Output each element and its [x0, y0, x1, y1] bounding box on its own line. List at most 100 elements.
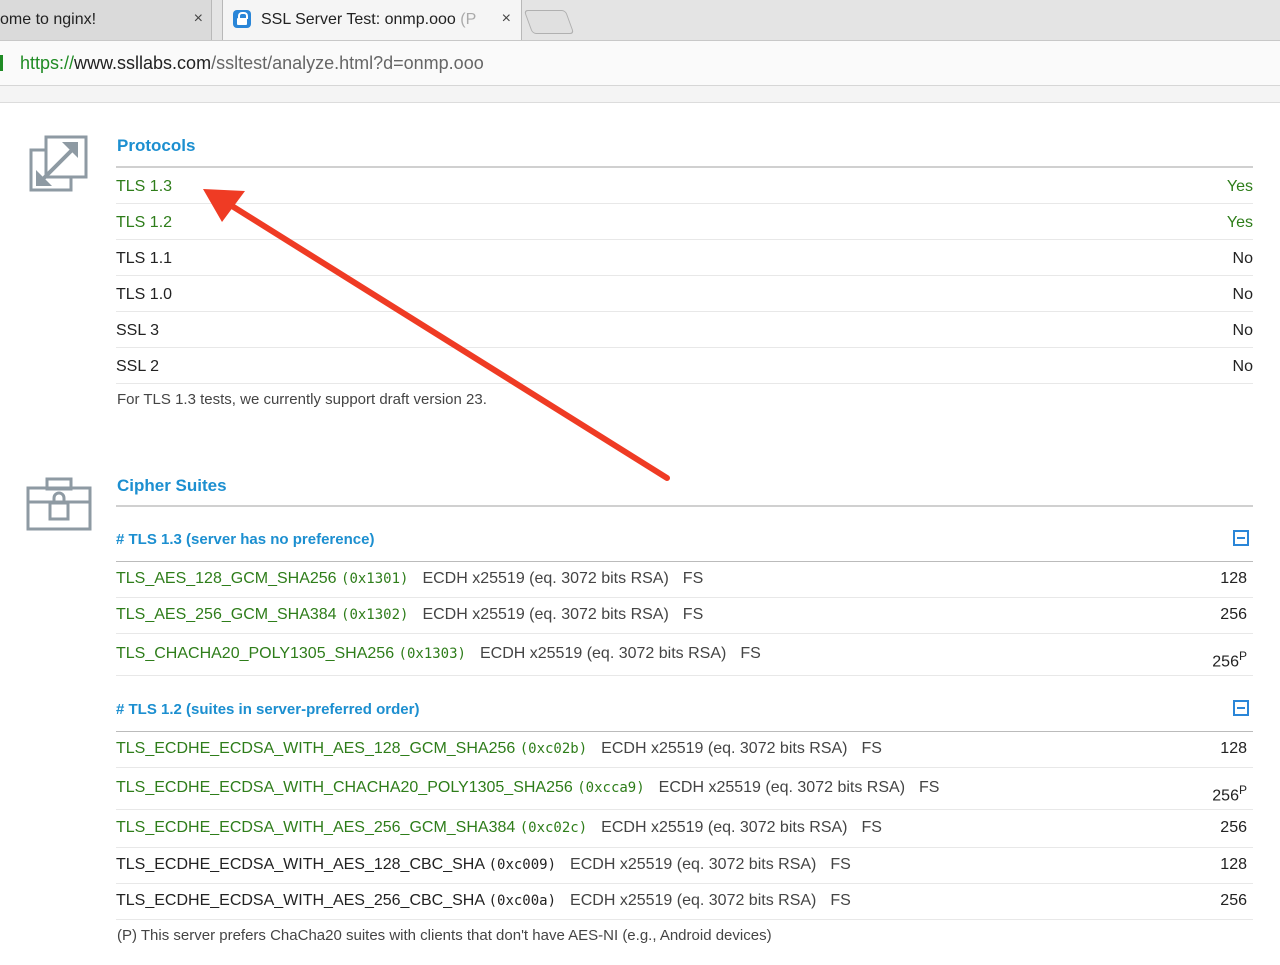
cipher-suite-row: TLS_ECDHE_ECDSA_WITH_AES_256_CBC_SHA (0x…	[116, 884, 1253, 920]
cipher-name: TLS_AES_256_GCM_SHA384	[116, 606, 342, 623]
key-exchange: ECDH x25519 (eq. 3072 bits RSA)	[601, 740, 848, 757]
forward-secrecy: FS	[861, 819, 882, 836]
forward-secrecy: FS	[830, 892, 851, 909]
secure-indicator	[0, 55, 3, 71]
forward-secrecy: FS	[682, 570, 704, 587]
cipher-group-heading: # TLS 1.2 (suites in server-preferred or…	[116, 701, 420, 718]
protocol-support: No	[1232, 358, 1253, 375]
cipher-code: (0x1302)	[341, 607, 409, 623]
cipher-bits: 128	[1220, 570, 1247, 587]
protocol-name: SSL 3	[116, 322, 159, 339]
tab-title: ome to nginx!	[0, 11, 97, 28]
cipher-suite: TLS_AES_256_GCM_SHA384 (0x1302) ECDH x255…	[116, 606, 703, 624]
cipher-suite: TLS_ECDHE_ECDSA_WITH_AES_128_CBC_SHA (0x…	[116, 856, 851, 874]
forward-secrecy: FS	[682, 606, 704, 623]
protocol-row: TLS 1.2 Yes	[116, 204, 1253, 240]
section-divider	[116, 505, 1253, 507]
close-tab-icon[interactable]: ×	[194, 10, 203, 28]
preference-marker: P	[1238, 783, 1247, 797]
cipher-name: TLS_CHACHA20_POLY1305_SHA256	[116, 645, 399, 662]
cipher-bits: 256	[1220, 606, 1247, 623]
url-text[interactable]: https://www.ssllabs.com/ssltest/analyze.…	[20, 53, 484, 74]
key-exchange: ECDH x25519 (eq. 3072 bits RSA)	[658, 779, 906, 796]
cipher-suite: TLS_CHACHA20_POLY1305_SHA256 (0x1303) ECD…	[116, 645, 761, 663]
cipher-suite: TLS_ECDHE_ECDSA_WITH_AES_128_GCM_SHA256 …	[116, 740, 882, 758]
key-exchange: ECDH x25519 (eq. 3072 bits RSA)	[601, 819, 848, 836]
toolbar-strip	[0, 86, 1280, 103]
protocol-support: No	[1232, 322, 1253, 339]
cipher-suite: TLS_ECDHE_ECDSA_WITH_AES_256_CBC_SHA (0x…	[116, 892, 851, 910]
cipher-suite-row: TLS_ECDHE_ECDSA_WITH_AES_128_GCM_SHA256 …	[116, 732, 1253, 768]
expand-arrows-icon	[29, 135, 88, 192]
protocol-name: TLS 1.0	[116, 286, 173, 303]
protocols-title: Protocols	[117, 136, 196, 155]
cipher-suite-row: TLS_AES_256_GCM_SHA384 (0x1302) ECDH x255…	[116, 598, 1253, 634]
cipher-suites-title: Cipher Suites	[117, 476, 227, 495]
protocol-row: TLS 1.3 Yes	[116, 168, 1253, 204]
cipher-bits: 256P	[1212, 783, 1247, 805]
cipher-code: (0xcca9)	[577, 780, 645, 796]
cipher-code: (0xc009)	[488, 857, 557, 873]
cipher-code: (0x1301)	[341, 571, 409, 587]
protocol-row: SSL 2 No	[116, 348, 1253, 384]
collapse-icon[interactable]	[1233, 700, 1249, 716]
cipher-suite-row: TLS_ECDHE_ECDSA_WITH_AES_128_CBC_SHA (0x…	[116, 848, 1253, 884]
cipher-code: (0x1303)	[398, 646, 466, 662]
cipher-footnote: (P) This server prefers ChaCha20 suites …	[117, 927, 772, 944]
cipher-suite: TLS_ECDHE_ECDSA_WITH_CHACHA20_POLY1305_S…	[116, 779, 939, 797]
browser-tab-bar: ome to nginx! × SSL Server Test: onmp.oo…	[0, 0, 1280, 41]
cipher-bits: 256	[1220, 892, 1247, 909]
cipher-name: TLS_ECDHE_ECDSA_WITH_CHACHA20_POLY1305_S…	[116, 779, 578, 796]
cipher-code: (0xc00a)	[488, 893, 557, 909]
close-tab-icon[interactable]: ×	[502, 10, 511, 28]
protocol-name: TLS 1.3	[116, 178, 173, 195]
new-tab-button[interactable]	[523, 10, 575, 34]
cipher-suite: TLS_AES_128_GCM_SHA256 (0x1301) ECDH x255…	[116, 570, 703, 588]
key-exchange: ECDH x25519 (eq. 3072 bits RSA)	[479, 645, 727, 662]
protocol-row: TLS 1.0 No	[116, 276, 1253, 312]
protocol-name: SSL 2	[116, 358, 159, 375]
protocol-support: No	[1232, 250, 1253, 267]
cipher-bits: 128	[1220, 856, 1247, 873]
cipher-name: TLS_ECDHE_ECDSA_WITH_AES_256_GCM_SHA384	[116, 819, 520, 836]
collapse-icon[interactable]	[1233, 530, 1249, 546]
lock-icon	[233, 10, 251, 28]
cipher-name: TLS_ECDHE_ECDSA_WITH_AES_128_GCM_SHA256	[116, 740, 520, 757]
protocol-name: TLS 1.1	[116, 250, 173, 267]
cipher-group-heading: # TLS 1.3 (server has no preference)	[116, 531, 375, 548]
forward-secrecy: FS	[830, 856, 851, 873]
cipher-code: (0xc02b)	[519, 741, 588, 757]
tab-title: SSL Server Test: onmp.ooo (Po	[261, 11, 476, 28]
address-bar[interactable]: https://www.ssllabs.com/ssltest/analyze.…	[0, 41, 1280, 86]
protocol-support: Yes	[1226, 214, 1253, 231]
cipher-suite-row: TLS_ECDHE_ECDSA_WITH_CHACHA20_POLY1305_S…	[116, 768, 1253, 810]
cipher-bits: 256P	[1212, 649, 1247, 671]
preference-marker: P	[1238, 649, 1247, 663]
protocol-row: SSL 3 No	[116, 312, 1253, 348]
cipher-bits: 256	[1220, 819, 1247, 836]
key-exchange: ECDH x25519 (eq. 3072 bits RSA)	[422, 570, 669, 587]
cipher-suite: TLS_ECDHE_ECDSA_WITH_AES_256_GCM_SHA384 …	[116, 819, 882, 837]
key-exchange: ECDH x25519 (eq. 3072 bits RSA)	[570, 856, 817, 873]
cipher-code: (0xc02c)	[519, 820, 588, 836]
cipher-name: TLS_AES_128_GCM_SHA256	[116, 570, 342, 587]
cipher-suite-row: TLS_AES_128_GCM_SHA256 (0x1301) ECDH x255…	[116, 562, 1253, 598]
tab-nginx[interactable]: ome to nginx! ×	[0, 0, 212, 40]
key-exchange: ECDH x25519 (eq. 3072 bits RSA)	[570, 892, 817, 909]
cipher-name: TLS_ECDHE_ECDSA_WITH_AES_128_CBC_SHA	[116, 856, 489, 873]
protocol-row: TLS 1.1 No	[116, 240, 1253, 276]
forward-secrecy: FS	[740, 645, 761, 662]
key-exchange: ECDH x25519 (eq. 3072 bits RSA)	[422, 606, 669, 623]
protocol-name: TLS 1.2	[116, 214, 173, 231]
protocol-support: No	[1232, 286, 1253, 303]
forward-secrecy: FS	[861, 740, 882, 757]
cipher-suite-row: TLS_CHACHA20_POLY1305_SHA256 (0x1303) ECD…	[116, 634, 1253, 676]
cipher-bits: 128	[1220, 740, 1247, 757]
locked-briefcase-icon	[26, 477, 92, 531]
cipher-name: TLS_ECDHE_ECDSA_WITH_AES_256_CBC_SHA	[116, 892, 489, 909]
protocols-note: For TLS 1.3 tests, we currently support …	[117, 391, 487, 408]
tab-ssl-server-test[interactable]: SSL Server Test: onmp.ooo (Po ×	[222, 0, 522, 40]
forward-secrecy: FS	[919, 779, 940, 796]
protocol-support: Yes	[1226, 178, 1253, 195]
cipher-suite-row: TLS_ECDHE_ECDSA_WITH_AES_256_GCM_SHA384 …	[116, 810, 1253, 848]
